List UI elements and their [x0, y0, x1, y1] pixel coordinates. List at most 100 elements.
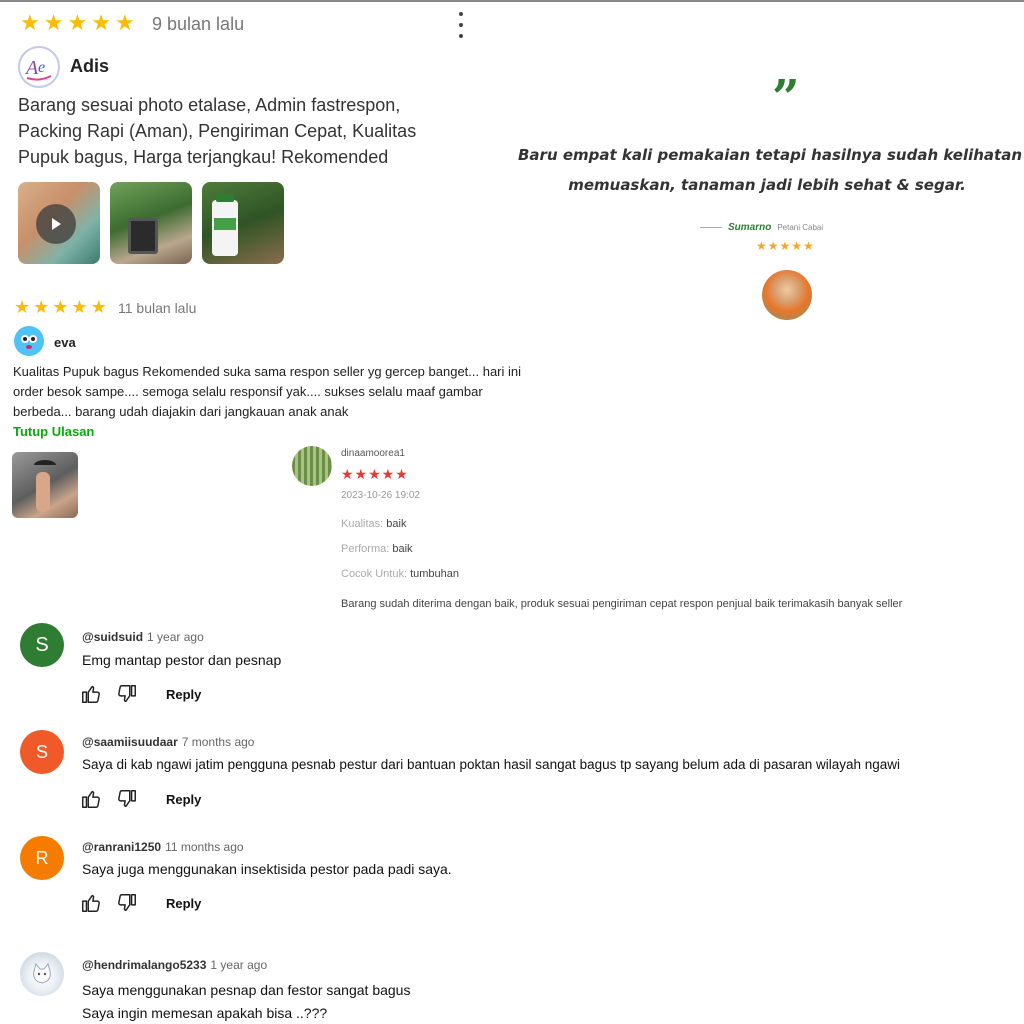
- comment-handle[interactable]: @ranrani1250: [82, 840, 161, 854]
- star-icon: ★: [71, 297, 88, 317]
- comment-time[interactable]: 1 year ago: [147, 630, 204, 644]
- review2-avatar[interactable]: [14, 326, 44, 356]
- star-icon: ★: [33, 297, 50, 317]
- review1-text: Barang sesuai photo etalase, Admin fastr…: [18, 92, 416, 170]
- svg-text:A: A: [24, 57, 39, 79]
- star-icon: ★: [14, 297, 31, 317]
- review3-stars: ★★★★★: [341, 466, 409, 482]
- testimonial-stars: ★★★★★: [756, 239, 815, 253]
- testimonial-quote: Baru empat kali pemakaian tetapi hasilny…: [510, 140, 1024, 200]
- quote-mark-icon: ”: [772, 70, 800, 126]
- comment-avatar[interactable]: [20, 952, 64, 996]
- comment-text: Emg mantap pestor dan pesnap: [82, 652, 282, 668]
- thumbs-down-icon[interactable]: [116, 683, 138, 705]
- comment-text-line: Saya ingin memesan apakah bisa ..???: [82, 1005, 328, 1021]
- review2-photo[interactable]: [12, 452, 78, 518]
- comment-text: Saya menggunakan pesnap dan festor sanga…: [82, 979, 410, 1024]
- testimonial-quote-line: Baru empat kali pemakaian tetapi hasilny…: [518, 146, 1023, 164]
- comment-actions: Reply: [80, 892, 201, 914]
- star-icon: ★: [52, 297, 69, 317]
- avatar-logo-icon: A e: [24, 57, 52, 81]
- review1-star-rating: ★ ★ ★ ★ ★: [20, 12, 135, 34]
- comment-header: @hendrimalango5233 1 year ago: [82, 956, 267, 974]
- review2-text-line: order besok sampe.... semoga selalu resp…: [13, 384, 483, 399]
- field-value: tumbuhan: [410, 568, 460, 580]
- svg-text:e: e: [38, 59, 45, 76]
- comment-avatar[interactable]: S: [20, 623, 64, 667]
- field-label: Cocok Untuk:: [341, 568, 408, 580]
- review3-text: Barang sudah diterima dengan baik, produ…: [341, 598, 903, 610]
- review1-text-line: Pupuk bagus, Harga terjangkau! Rekomende…: [18, 147, 389, 167]
- field-value: baik: [392, 543, 413, 555]
- review1-avatar[interactable]: A e: [18, 46, 60, 88]
- review1-username: Adis: [70, 56, 110, 76]
- thumbs-down-icon[interactable]: [116, 892, 138, 914]
- avatar-initial: S: [35, 633, 49, 656]
- star-icon: ★: [114, 10, 135, 35]
- field-label: Performa:: [341, 543, 390, 555]
- comment-header: @saamiisuudaar 7 months ago: [82, 733, 254, 751]
- avatar-initial: S: [35, 741, 48, 762]
- reply-button[interactable]: Reply: [166, 687, 201, 702]
- play-icon[interactable]: [36, 204, 76, 244]
- testimonial-author-role: Petani Cabai: [777, 223, 824, 232]
- testimonial-author-row: Sumarno Petani Cabai: [700, 222, 823, 233]
- comment-handle[interactable]: @suidsuid: [82, 630, 143, 644]
- star-icon: ★: [91, 10, 111, 35]
- field-label: Kualitas:: [341, 518, 384, 530]
- review3-date: 2023-10-26 19:02: [341, 490, 420, 501]
- comment-actions: Reply: [80, 788, 201, 810]
- testimonial-author-name: Sumarno: [728, 222, 772, 233]
- review2-username: eva: [54, 335, 76, 350]
- review1-time: 9 bulan lalu: [152, 14, 245, 34]
- star-icon: ★: [43, 10, 64, 35]
- reply-button[interactable]: Reply: [166, 792, 201, 807]
- star-icon: ★: [67, 10, 88, 35]
- comment-header: @ranrani1250 11 months ago: [82, 838, 244, 856]
- face-icon: [21, 335, 37, 349]
- comment-time[interactable]: 11 months ago: [165, 840, 244, 854]
- reply-button[interactable]: Reply: [166, 896, 201, 911]
- thumbs-up-icon[interactable]: [80, 892, 102, 914]
- avatar-initial: R: [35, 847, 49, 868]
- review2-star-rating: ★ ★ ★ ★ ★: [14, 298, 107, 316]
- review3-field-suitable: Cocok Untuk: tumbuhan: [341, 568, 459, 580]
- field-value: baik: [386, 518, 407, 530]
- comment-text: Saya juga menggunakan insektisida pestor…: [82, 861, 452, 877]
- thumbs-up-icon[interactable]: [80, 683, 102, 705]
- comment-actions: Reply: [80, 683, 201, 705]
- thumbs-down-icon[interactable]: [116, 788, 138, 810]
- review1-plant-photo[interactable]: [110, 182, 192, 264]
- cat-avatar-icon: [33, 962, 51, 984]
- comment-handle[interactable]: @saamiisuudaar: [82, 735, 178, 749]
- comment-header: @suidsuid 1 year ago: [82, 628, 204, 646]
- more-options-icon[interactable]: [456, 12, 466, 38]
- review2-text-line: Kualitas Pupuk bagus Rekomended suka sam…: [13, 364, 522, 379]
- review1-video-thumbnail[interactable]: [18, 182, 100, 264]
- thumbs-up-icon[interactable]: [80, 788, 102, 810]
- comment-handle[interactable]: @hendrimalango5233: [82, 958, 206, 972]
- review3-username: dinaamoorea1: [341, 448, 405, 459]
- comment-time[interactable]: 1 year ago: [210, 958, 267, 972]
- review1-product-photo[interactable]: [202, 182, 284, 264]
- comment-avatar[interactable]: S: [20, 730, 64, 774]
- review2-text-line: berbeda... barang udah diajakin dari jan…: [13, 404, 349, 419]
- collapse-review-link[interactable]: Tutup Ulasan: [13, 424, 94, 439]
- review1-text-line: Packing Rapi (Aman), Pengiriman Cepat, K…: [18, 121, 417, 141]
- comment-text: Saya di kab ngawi jatim pengguna pesnab …: [82, 757, 901, 772]
- review2-time: 11 bulan lalu: [118, 300, 197, 316]
- star-icon: ★: [20, 10, 40, 35]
- comment-time[interactable]: 7 months ago: [182, 735, 255, 749]
- review3-avatar[interactable]: [292, 446, 332, 486]
- comment-text-line: Saya menggunakan pesnap dan festor sanga…: [82, 982, 411, 998]
- review2-text: Kualitas Pupuk bagus Rekomended suka sam…: [13, 362, 521, 422]
- comment-avatar[interactable]: R: [20, 836, 64, 880]
- review3-field-quality: Kualitas: baik: [341, 518, 406, 530]
- divider: [700, 227, 722, 228]
- review3-field-performance: Performa: baik: [341, 543, 413, 555]
- top-border: [0, 0, 1024, 2]
- testimonial-quote-line: memuaskan, tanaman jadi lebih sehat & se…: [568, 176, 966, 194]
- star-icon: ★: [90, 297, 107, 317]
- review1-text-line: Barang sesuai photo etalase, Admin fastr…: [18, 95, 401, 115]
- testimonial-avatar: [762, 270, 812, 320]
